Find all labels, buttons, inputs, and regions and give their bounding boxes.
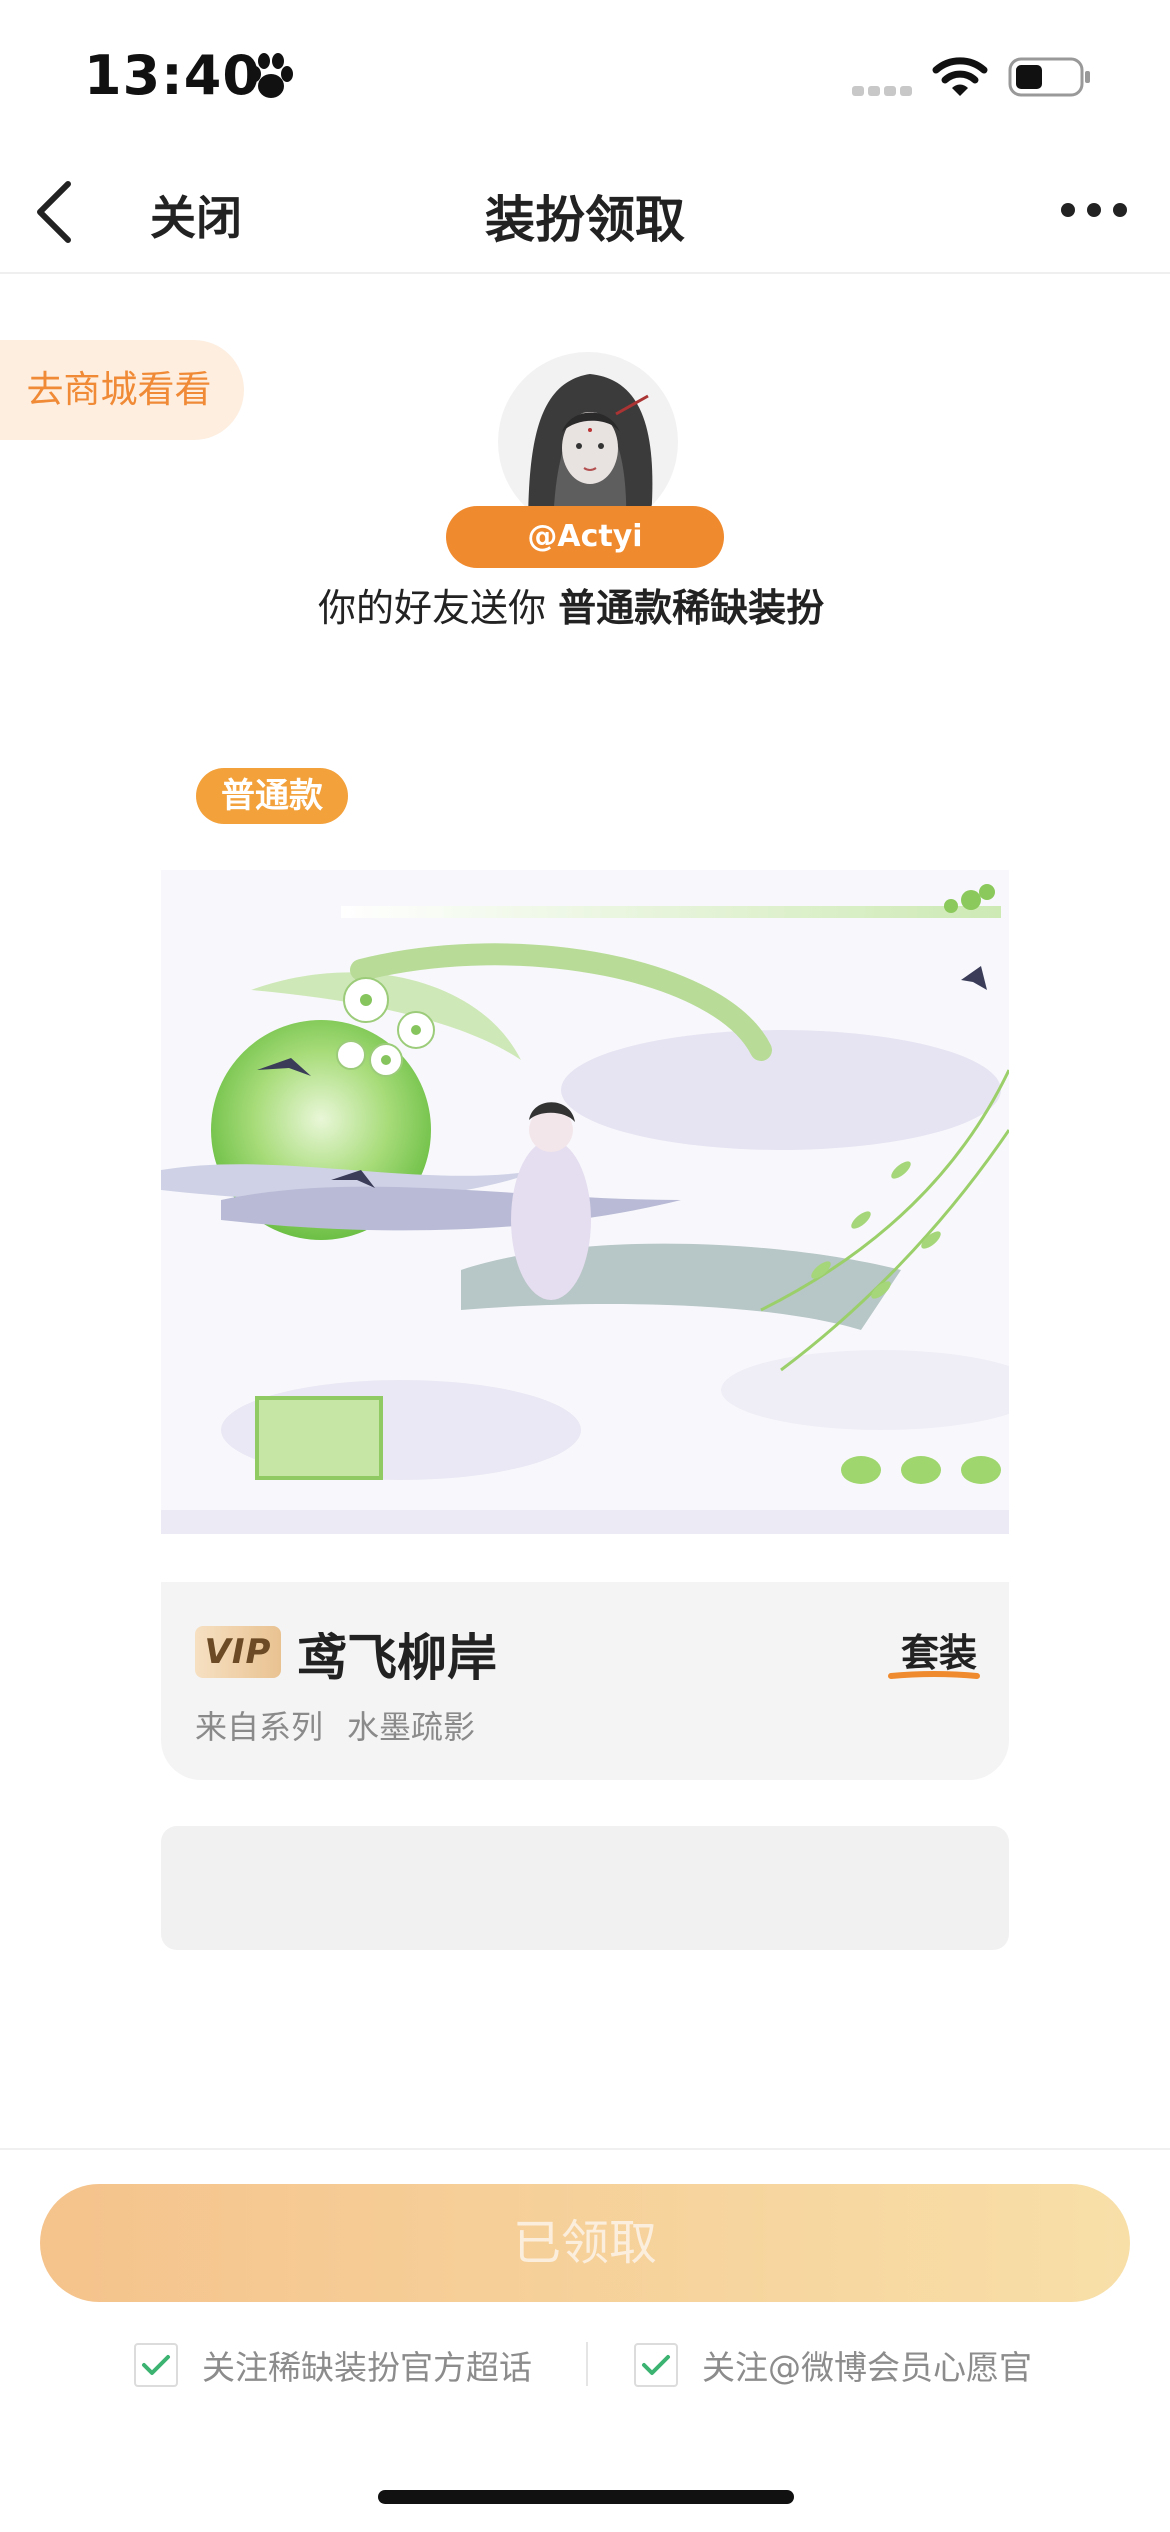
skin-preview-image — [161, 870, 1009, 1534]
checkbox[interactable] — [634, 2343, 678, 2387]
empty-content-box — [161, 1826, 1009, 1950]
series-name[interactable]: 水墨疏影 — [347, 1708, 475, 1746]
follow-label: 关注@微博会员心愿官 — [702, 2348, 1032, 2387]
item-info-card: VIP 鸢飞柳岸 套装 来自系列 水墨疏影 — [161, 1582, 1009, 1780]
vip-badge: VIP — [195, 1626, 281, 1678]
item-type-underline — [888, 1671, 980, 1679]
paw-icon — [249, 53, 293, 98]
checkmark-icon — [142, 2355, 170, 2375]
nav-bar: 关闭 装扮领取 — [0, 150, 1170, 274]
wifi-icon — [932, 57, 988, 96]
series-info: 来自系列 水墨疏影 — [195, 1702, 499, 1748]
status-bar: 13:40 — [0, 0, 1170, 150]
tier-badge: 普通款 — [196, 768, 348, 824]
gift-message-item: 普通款稀缺装扮 — [558, 586, 825, 630]
follow-account-option[interactable]: 关注@微博会员心愿官 — [634, 2340, 1032, 2390]
go-to-store-button[interactable]: 去商城看看 — [0, 340, 244, 440]
home-indicator — [378, 2490, 794, 2504]
gift-message-prefix: 你的好友送你 — [318, 586, 559, 630]
sender-handle-badge: @Actyi — [446, 506, 724, 568]
checkmark-icon — [642, 2355, 670, 2375]
item-type-label[interactable]: 套装 — [901, 1622, 977, 1677]
claimed-button[interactable]: 已领取 — [40, 2184, 1130, 2302]
signal-icon — [852, 86, 912, 96]
bottom-divider — [0, 2148, 1170, 2150]
more-horizontal-icon[interactable] — [1058, 198, 1130, 222]
follow-separator — [586, 2342, 588, 2386]
follow-official-topic-option[interactable]: 关注稀缺装扮官方超话 — [134, 2340, 532, 2390]
gift-message: 你的好友送你 普通款稀缺装扮 — [318, 584, 838, 632]
series-label: 来自系列 — [195, 1708, 324, 1746]
item-name: 鸢飞柳岸 — [297, 1629, 497, 1687]
battery-icon — [1008, 57, 1090, 97]
page-title: 装扮领取 — [485, 191, 685, 249]
follow-label: 关注稀缺装扮官方超话 — [202, 2348, 532, 2387]
checkbox[interactable] — [134, 2343, 178, 2387]
sender-avatar[interactable] — [498, 352, 678, 532]
status-time: 13:40 — [84, 44, 261, 107]
